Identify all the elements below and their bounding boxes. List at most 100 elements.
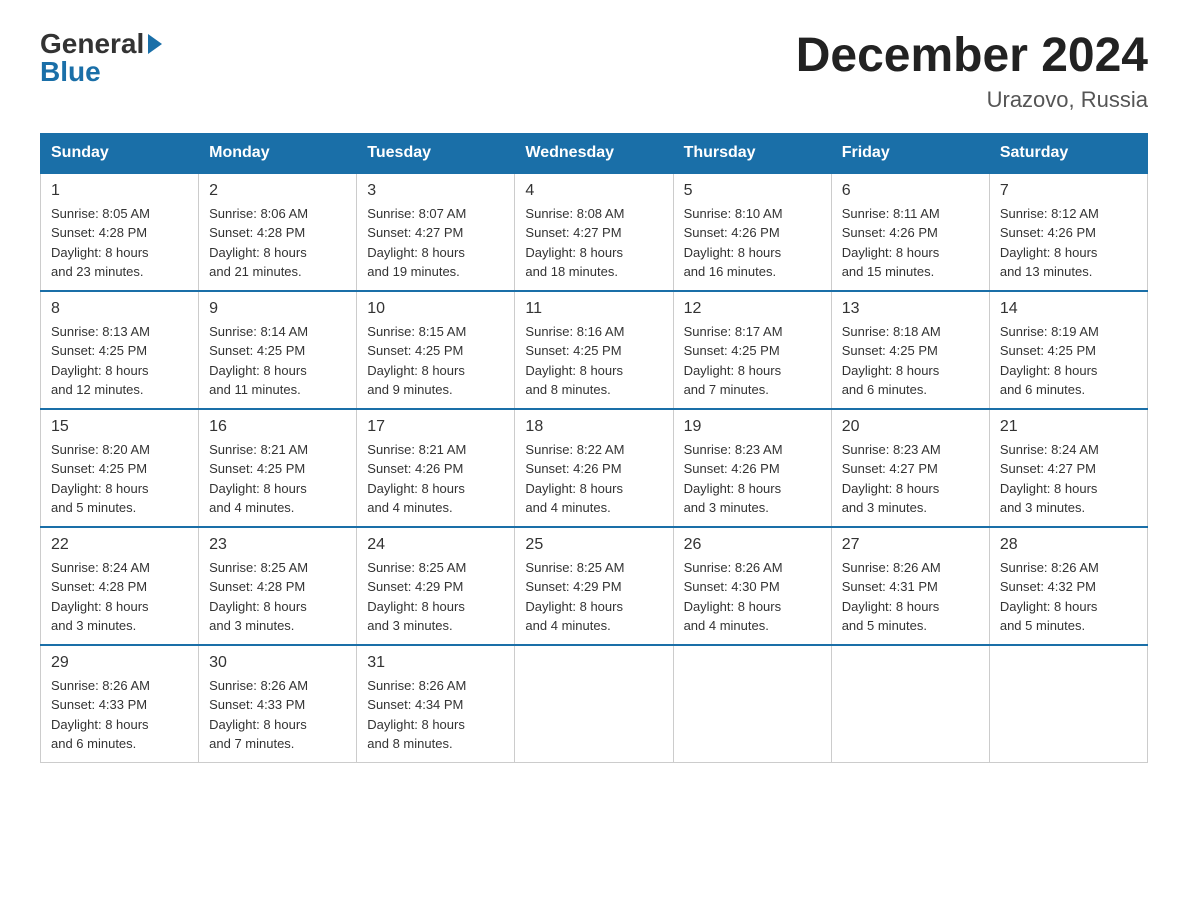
day-number: 24 [367, 536, 504, 554]
calendar-cell [989, 645, 1147, 763]
calendar-cell: 23 Sunrise: 8:25 AM Sunset: 4:28 PM Dayli… [199, 527, 357, 645]
title-block: December 2024 Urazovo, Russia [796, 30, 1148, 113]
day-number: 10 [367, 300, 504, 318]
day-info: Sunrise: 8:21 AM Sunset: 4:26 PM Dayligh… [367, 440, 504, 518]
day-number: 18 [525, 418, 662, 436]
day-info: Sunrise: 8:26 AM Sunset: 4:31 PM Dayligh… [842, 558, 979, 636]
day-number: 28 [1000, 536, 1137, 554]
day-number: 16 [209, 418, 346, 436]
calendar-cell [673, 645, 831, 763]
calendar-cell: 27 Sunrise: 8:26 AM Sunset: 4:31 PM Dayli… [831, 527, 989, 645]
day-info: Sunrise: 8:16 AM Sunset: 4:25 PM Dayligh… [525, 322, 662, 400]
day-info: Sunrise: 8:13 AM Sunset: 4:25 PM Dayligh… [51, 322, 188, 400]
column-header-thursday: Thursday [673, 133, 831, 173]
day-info: Sunrise: 8:21 AM Sunset: 4:25 PM Dayligh… [209, 440, 346, 518]
day-info: Sunrise: 8:26 AM Sunset: 4:33 PM Dayligh… [51, 676, 188, 754]
day-number: 26 [684, 536, 821, 554]
calendar-cell: 19Sunrise: 8:23 AM Sunset: 4:26 PM Dayli… [673, 409, 831, 527]
day-info: Sunrise: 8:26 AM Sunset: 4:32 PM Dayligh… [1000, 558, 1137, 636]
calendar-cell: 12 Sunrise: 8:17 AM Sunset: 4:25 PM Dayli… [673, 291, 831, 409]
calendar-week-row: 29 Sunrise: 8:26 AM Sunset: 4:33 PM Dayli… [41, 645, 1148, 763]
calendar-cell: 2Sunrise: 8:06 AM Sunset: 4:28 PM Daylig… [199, 173, 357, 291]
day-info: Sunrise: 8:19 AM Sunset: 4:25 PM Dayligh… [1000, 322, 1137, 400]
calendar-cell: 31Sunrise: 8:26 AM Sunset: 4:34 PM Dayli… [357, 645, 515, 763]
calendar-cell: 21 Sunrise: 8:24 AM Sunset: 4:27 PM Dayli… [989, 409, 1147, 527]
day-info: Sunrise: 8:17 AM Sunset: 4:25 PM Dayligh… [684, 322, 821, 400]
day-info: Sunrise: 8:08 AM Sunset: 4:27 PM Dayligh… [525, 204, 662, 282]
day-number: 30 [209, 654, 346, 672]
calendar-cell: 3 Sunrise: 8:07 AM Sunset: 4:27 PM Daylig… [357, 173, 515, 291]
day-info: Sunrise: 8:26 AM Sunset: 4:33 PM Dayligh… [209, 676, 346, 754]
calendar-cell: 30 Sunrise: 8:26 AM Sunset: 4:33 PM Dayli… [199, 645, 357, 763]
day-info: Sunrise: 8:18 AM Sunset: 4:25 PM Dayligh… [842, 322, 979, 400]
day-info: Sunrise: 8:26 AM Sunset: 4:30 PM Dayligh… [684, 558, 821, 636]
logo-blue-text: Blue [40, 58, 101, 86]
calendar-cell: 28 Sunrise: 8:26 AM Sunset: 4:32 PM Dayli… [989, 527, 1147, 645]
day-number: 22 [51, 536, 188, 554]
day-number: 11 [525, 300, 662, 318]
calendar-table: SundayMondayTuesdayWednesdayThursdayFrid… [40, 133, 1148, 763]
calendar-cell: 5 Sunrise: 8:10 AM Sunset: 4:26 PM Daylig… [673, 173, 831, 291]
day-info: Sunrise: 8:25 AM Sunset: 4:29 PM Dayligh… [525, 558, 662, 636]
calendar-cell: 25 Sunrise: 8:25 AM Sunset: 4:29 PM Dayli… [515, 527, 673, 645]
column-header-wednesday: Wednesday [515, 133, 673, 173]
day-info: Sunrise: 8:24 AM Sunset: 4:28 PM Dayligh… [51, 558, 188, 636]
calendar-cell: 17 Sunrise: 8:21 AM Sunset: 4:26 PM Dayli… [357, 409, 515, 527]
calendar-cell: 10Sunrise: 8:15 AM Sunset: 4:25 PM Dayli… [357, 291, 515, 409]
day-number: 12 [684, 300, 821, 318]
day-number: 8 [51, 300, 188, 318]
day-number: 29 [51, 654, 188, 672]
calendar-week-row: 22 Sunrise: 8:24 AM Sunset: 4:28 PM Dayli… [41, 527, 1148, 645]
day-number: 19 [684, 418, 821, 436]
calendar-cell: 15 Sunrise: 8:20 AM Sunset: 4:25 PM Dayli… [41, 409, 199, 527]
calendar-title: December 2024 [796, 30, 1148, 83]
calendar-cell: 6 Sunrise: 8:11 AM Sunset: 4:26 PM Daylig… [831, 173, 989, 291]
calendar-cell: 8 Sunrise: 8:13 AM Sunset: 4:25 PM Daylig… [41, 291, 199, 409]
day-number: 20 [842, 418, 979, 436]
day-number: 1 [51, 182, 188, 200]
day-info: Sunrise: 8:23 AM Sunset: 4:27 PM Dayligh… [842, 440, 979, 518]
day-number: 5 [684, 182, 821, 200]
calendar-week-row: 8 Sunrise: 8:13 AM Sunset: 4:25 PM Daylig… [41, 291, 1148, 409]
calendar-cell: 11 Sunrise: 8:16 AM Sunset: 4:25 PM Dayli… [515, 291, 673, 409]
day-number: 15 [51, 418, 188, 436]
calendar-week-row: 15 Sunrise: 8:20 AM Sunset: 4:25 PM Dayli… [41, 409, 1148, 527]
day-info: Sunrise: 8:06 AM Sunset: 4:28 PM Dayligh… [209, 204, 346, 282]
day-info: Sunrise: 8:25 AM Sunset: 4:28 PM Dayligh… [209, 558, 346, 636]
day-info: Sunrise: 8:07 AM Sunset: 4:27 PM Dayligh… [367, 204, 504, 282]
day-info: Sunrise: 8:20 AM Sunset: 4:25 PM Dayligh… [51, 440, 188, 518]
day-number: 31 [367, 654, 504, 672]
day-number: 13 [842, 300, 979, 318]
day-number: 6 [842, 182, 979, 200]
calendar-cell: 9 Sunrise: 8:14 AM Sunset: 4:25 PM Daylig… [199, 291, 357, 409]
day-number: 23 [209, 536, 346, 554]
day-number: 14 [1000, 300, 1137, 318]
column-header-friday: Friday [831, 133, 989, 173]
calendar-cell [831, 645, 989, 763]
calendar-cell: 16 Sunrise: 8:21 AM Sunset: 4:25 PM Dayli… [199, 409, 357, 527]
calendar-subtitle: Urazovo, Russia [796, 87, 1148, 113]
calendar-cell: 18Sunrise: 8:22 AM Sunset: 4:26 PM Dayli… [515, 409, 673, 527]
day-info: Sunrise: 8:25 AM Sunset: 4:29 PM Dayligh… [367, 558, 504, 636]
day-info: Sunrise: 8:10 AM Sunset: 4:26 PM Dayligh… [684, 204, 821, 282]
day-number: 4 [525, 182, 662, 200]
day-number: 21 [1000, 418, 1137, 436]
day-number: 25 [525, 536, 662, 554]
column-header-monday: Monday [199, 133, 357, 173]
day-number: 17 [367, 418, 504, 436]
day-number: 7 [1000, 182, 1137, 200]
day-number: 3 [367, 182, 504, 200]
day-info: Sunrise: 8:11 AM Sunset: 4:26 PM Dayligh… [842, 204, 979, 282]
calendar-cell: 7Sunrise: 8:12 AM Sunset: 4:26 PM Daylig… [989, 173, 1147, 291]
calendar-cell: 13 Sunrise: 8:18 AM Sunset: 4:25 PM Dayli… [831, 291, 989, 409]
day-info: Sunrise: 8:24 AM Sunset: 4:27 PM Dayligh… [1000, 440, 1137, 518]
calendar-cell: 22 Sunrise: 8:24 AM Sunset: 4:28 PM Dayli… [41, 527, 199, 645]
logo-arrow-icon [148, 34, 162, 54]
day-number: 9 [209, 300, 346, 318]
calendar-cell: 20 Sunrise: 8:23 AM Sunset: 4:27 PM Dayli… [831, 409, 989, 527]
day-info: Sunrise: 8:14 AM Sunset: 4:25 PM Dayligh… [209, 322, 346, 400]
day-number: 27 [842, 536, 979, 554]
column-header-tuesday: Tuesday [357, 133, 515, 173]
calendar-cell: 4 Sunrise: 8:08 AM Sunset: 4:27 PM Daylig… [515, 173, 673, 291]
calendar-cell [515, 645, 673, 763]
